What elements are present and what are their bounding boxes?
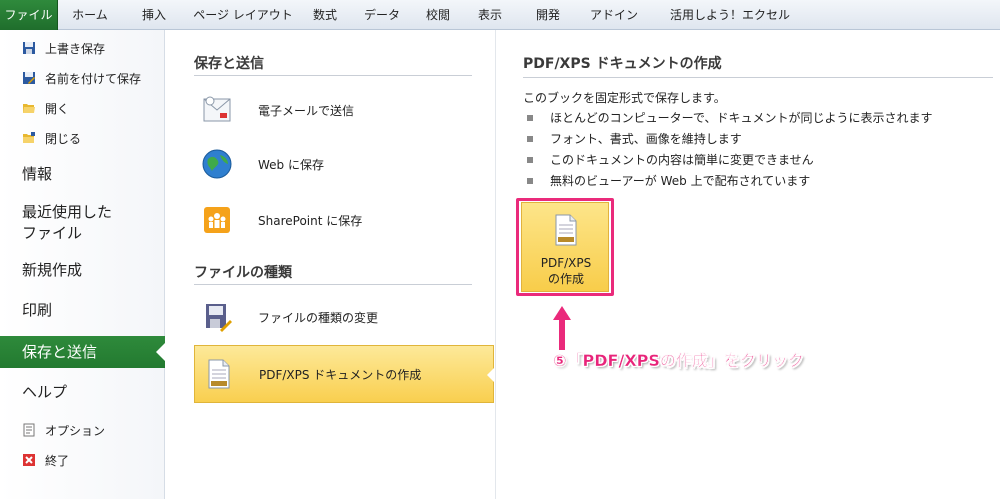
- bullet-marker: [527, 156, 533, 163]
- backstage-nav: 上書き保存 名前を付けて保存 開く 閉じる 情報 最近使用した ファイル 新規作…: [0, 30, 166, 499]
- highlight-frame: [516, 198, 614, 296]
- option-sharepoint-label: SharePoint に保存: [258, 213, 363, 228]
- selection-notch: [487, 368, 494, 382]
- nav-exit-label: 終了: [45, 453, 70, 468]
- option-sharepoint[interactable]: SharePoint に保存: [194, 192, 494, 248]
- nav-save[interactable]: 上書き保存: [22, 37, 105, 59]
- exit-icon: [22, 453, 36, 467]
- divider: [194, 284, 472, 285]
- nav-options-label: オプション: [45, 423, 106, 438]
- option-change-file-type[interactable]: ファイルの種類の変更: [194, 289, 494, 345]
- bullet-marker: [527, 177, 533, 184]
- nav-exit[interactable]: 終了: [22, 449, 69, 471]
- nav-recent-line1: 最近使用した: [22, 203, 113, 221]
- option-create-pdf-xps[interactable]: PDF/XPS ドキュメントの作成: [194, 345, 494, 403]
- detail-title: PDF/XPS ドキュメントの作成: [523, 56, 722, 72]
- nav-new[interactable]: 新規作成: [22, 260, 82, 281]
- nav-print[interactable]: 印刷: [22, 300, 52, 321]
- option-web-label: Web に保存: [258, 157, 324, 172]
- detail-bullet: 無料のビューアーが Web 上で配布されています: [527, 172, 810, 189]
- selection-notch: [156, 342, 166, 362]
- option-email[interactable]: 電子メールで送信: [194, 82, 494, 138]
- nav-options[interactable]: オプション: [22, 419, 105, 441]
- section-title-file-types: ファイルの種類: [194, 265, 292, 281]
- section-title-save-send: 保存と送信: [194, 56, 264, 72]
- tab-view[interactable]: 表示: [470, 0, 510, 30]
- pdf-xps-detail-pane: PDF/XPS ドキュメントの作成 このブックを固定形式で保存します。 ほとんど…: [497, 30, 1000, 499]
- bullet-marker: [527, 114, 533, 121]
- instruction-annotation: ⑤「PDF/XPSの作成」をクリック: [553, 351, 804, 370]
- divider: [194, 75, 472, 76]
- detail-bullet: このドキュメントの内容は簡単に変更できません: [527, 151, 814, 168]
- nav-open[interactable]: 開く: [22, 97, 69, 119]
- nav-save-send-label: 保存と送信: [22, 343, 98, 361]
- bullet-text: 無料のビューアーが Web 上で配布されています: [550, 174, 811, 188]
- tab-formulas[interactable]: 数式: [305, 0, 345, 30]
- nav-save-send[interactable]: 保存と送信: [0, 336, 166, 368]
- pdf-document-icon: [201, 357, 235, 391]
- bullet-text: このドキュメントの内容は簡単に変更できません: [550, 153, 814, 167]
- tab-custom[interactable]: 活用しよう！エクセル: [660, 0, 800, 30]
- divider: [523, 77, 993, 78]
- detail-bullet: フォント、書式、画像を維持します: [527, 130, 742, 147]
- tab-developer[interactable]: 開発: [528, 0, 568, 30]
- detail-bullet: ほとんどのコンピューターで、ドキュメントが同じように表示されます: [527, 109, 932, 126]
- bullet-marker: [527, 135, 533, 142]
- change-file-type-icon: [200, 300, 234, 334]
- open-folder-icon: [22, 101, 36, 115]
- nav-close[interactable]: 閉じる: [22, 127, 81, 149]
- option-email-label: 電子メールで送信: [258, 103, 355, 118]
- tab-home[interactable]: ホーム: [64, 0, 116, 30]
- save-icon: [22, 41, 36, 55]
- nav-recent[interactable]: 最近使用した ファイル: [22, 202, 112, 244]
- callout-arrow-icon: [553, 306, 571, 350]
- save-as-icon: [22, 71, 36, 85]
- nav-recent-line2: ファイル: [22, 224, 83, 242]
- bullet-text: ほとんどのコンピューターで、ドキュメントが同じように表示されます: [550, 111, 933, 125]
- nav-save-as[interactable]: 名前を付けて保存: [22, 67, 141, 89]
- save-send-options: 保存と送信 電子メールで送信 Web に保存 SharePoint に保存 ファ…: [166, 30, 496, 499]
- tab-file[interactable]: ファイル: [0, 0, 58, 30]
- option-create-pdf-xps-label: PDF/XPS ドキュメントの作成: [259, 367, 422, 382]
- sharepoint-icon: [200, 203, 234, 237]
- globe-icon: [200, 147, 234, 181]
- option-web[interactable]: Web に保存: [194, 136, 494, 192]
- email-icon: [200, 93, 234, 127]
- tab-data[interactable]: データ: [358, 0, 406, 30]
- option-change-file-type-label: ファイルの種類の変更: [258, 310, 379, 325]
- tab-addins[interactable]: アドイン: [588, 0, 640, 30]
- tab-page-layout[interactable]: ページ レイアウト: [190, 0, 296, 30]
- nav-close-label: 閉じる: [45, 131, 82, 146]
- nav-save-label: 上書き保存: [45, 41, 106, 56]
- tab-review[interactable]: 校閲: [418, 0, 458, 30]
- nav-help[interactable]: ヘルプ: [22, 382, 67, 403]
- detail-description: このブックを固定形式で保存します。: [523, 91, 726, 105]
- nav-save-as-label: 名前を付けて保存: [45, 71, 142, 86]
- tab-insert[interactable]: 挿入: [132, 0, 176, 30]
- ribbon-tab-bar: ファイル ホーム 挿入 ページ レイアウト 数式 データ 校閲 表示 開発 アド…: [0, 0, 1000, 30]
- nav-open-label: 開く: [45, 101, 70, 116]
- nav-info[interactable]: 情報: [22, 164, 52, 185]
- close-folder-icon: [22, 131, 36, 145]
- bullet-text: フォント、書式、画像を維持します: [550, 132, 742, 146]
- options-icon: [22, 423, 36, 437]
